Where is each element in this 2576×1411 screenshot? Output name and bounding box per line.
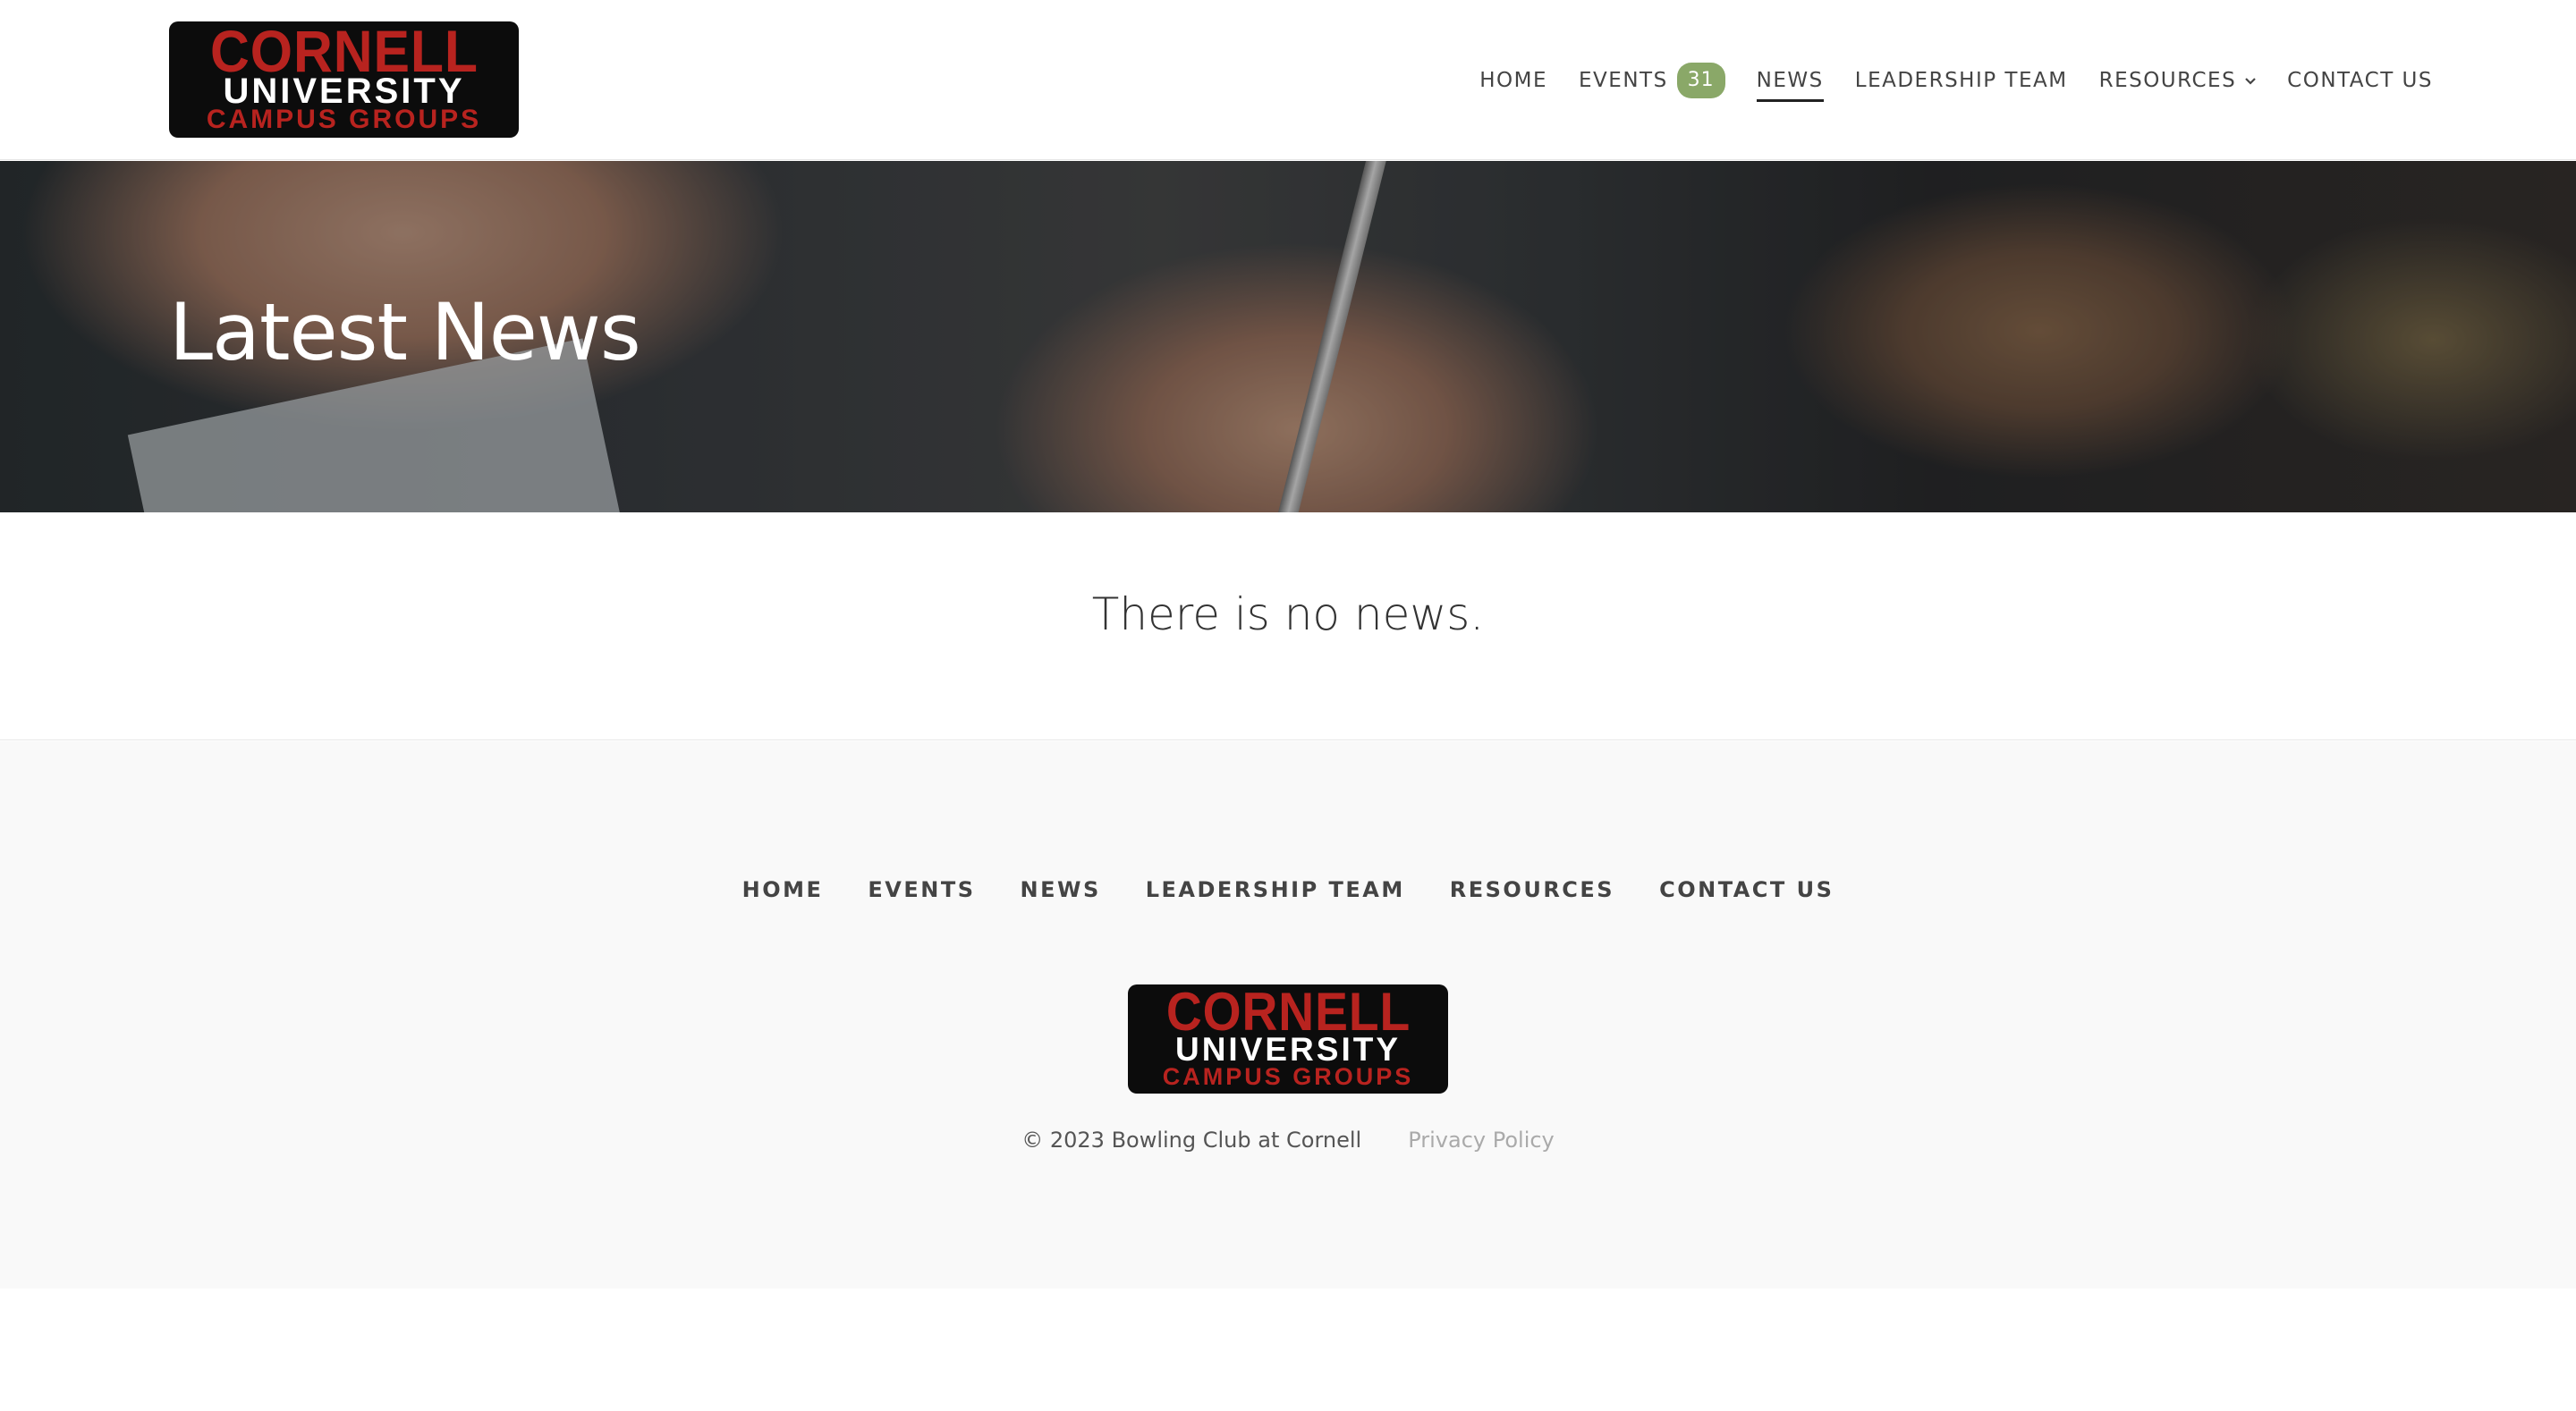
logo-line-1: CORNELL — [209, 21, 479, 84]
nav-contact-us[interactable]: CONTACT US — [2287, 54, 2433, 107]
privacy-policy-link[interactable]: Privacy Policy — [1408, 1128, 1555, 1153]
footer-nav: HOME EVENTS NEWS LEADERSHIP TEAM RESOURC… — [0, 877, 2576, 902]
news-content: There is no news. — [0, 512, 2576, 740]
footer-nav-leadership-team[interactable]: LEADERSHIP TEAM — [1146, 877, 1405, 902]
nav-leadership-team[interactable]: LEADERSHIP TEAM — [1855, 54, 2068, 107]
footer-logo[interactable]: CORNELL UNIVERSITY CAMPUS GROUPS — [1128, 984, 1448, 1094]
nav-contact-label: CONTACT US — [2287, 68, 2433, 92]
empty-news-message: There is no news. — [1091, 588, 1485, 640]
campus-groups-logo[interactable]: CORNELL UNIVERSITY CAMPUS GROUPS — [169, 21, 519, 138]
nav-news-label: NEWS — [1756, 68, 1824, 92]
chevron-down-icon[interactable] — [2245, 72, 2256, 89]
site-footer: HOME EVENTS NEWS LEADERSHIP TEAM RESOURC… — [0, 741, 2576, 1288]
main-nav: HOME EVENTS 31 NEWS LEADERSHIP TEAM RESO… — [1448, 0, 2433, 160]
footer-logo-line-3: CAMPUS GROUPS — [1162, 1063, 1414, 1090]
copyright-text: © 2023 Bowling Club at Cornell — [1021, 1128, 1362, 1153]
nav-home-label: HOME — [1479, 68, 1548, 92]
nav-events[interactable]: EVENTS 31 — [1579, 54, 1725, 107]
footer-nav-events[interactable]: EVENTS — [868, 877, 975, 902]
nav-news[interactable]: NEWS — [1756, 54, 1824, 107]
footer-nav-contact-us[interactable]: CONTACT US — [1659, 877, 1834, 902]
site-header: CORNELL UNIVERSITY CAMPUS GROUPS HOME EV… — [0, 0, 2576, 160]
nav-resources[interactable]: RESOURCES — [2099, 54, 2257, 107]
events-count-badge: 31 — [1676, 62, 1725, 98]
nav-resources-label: RESOURCES — [2098, 68, 2237, 92]
footer-nav-home[interactable]: HOME — [742, 877, 824, 902]
logo-line-3: CAMPUS GROUPS — [206, 105, 482, 134]
footer-nav-news[interactable]: NEWS — [1020, 877, 1100, 902]
footer-nav-resources[interactable]: RESOURCES — [1450, 877, 1614, 902]
footer-bottom: © 2023 Bowling Club at Cornell Privacy P… — [0, 1128, 2576, 1153]
nav-leadership-label: LEADERSHIP TEAM — [1854, 68, 2068, 92]
hero-banner: Latest News — [0, 161, 2576, 512]
nav-home[interactable]: HOME — [1479, 54, 1547, 107]
footer-logo-line-1: CORNELL — [1165, 984, 1411, 1042]
nav-events-label: EVENTS — [1579, 68, 1668, 92]
page-title: Latest News — [169, 286, 641, 378]
